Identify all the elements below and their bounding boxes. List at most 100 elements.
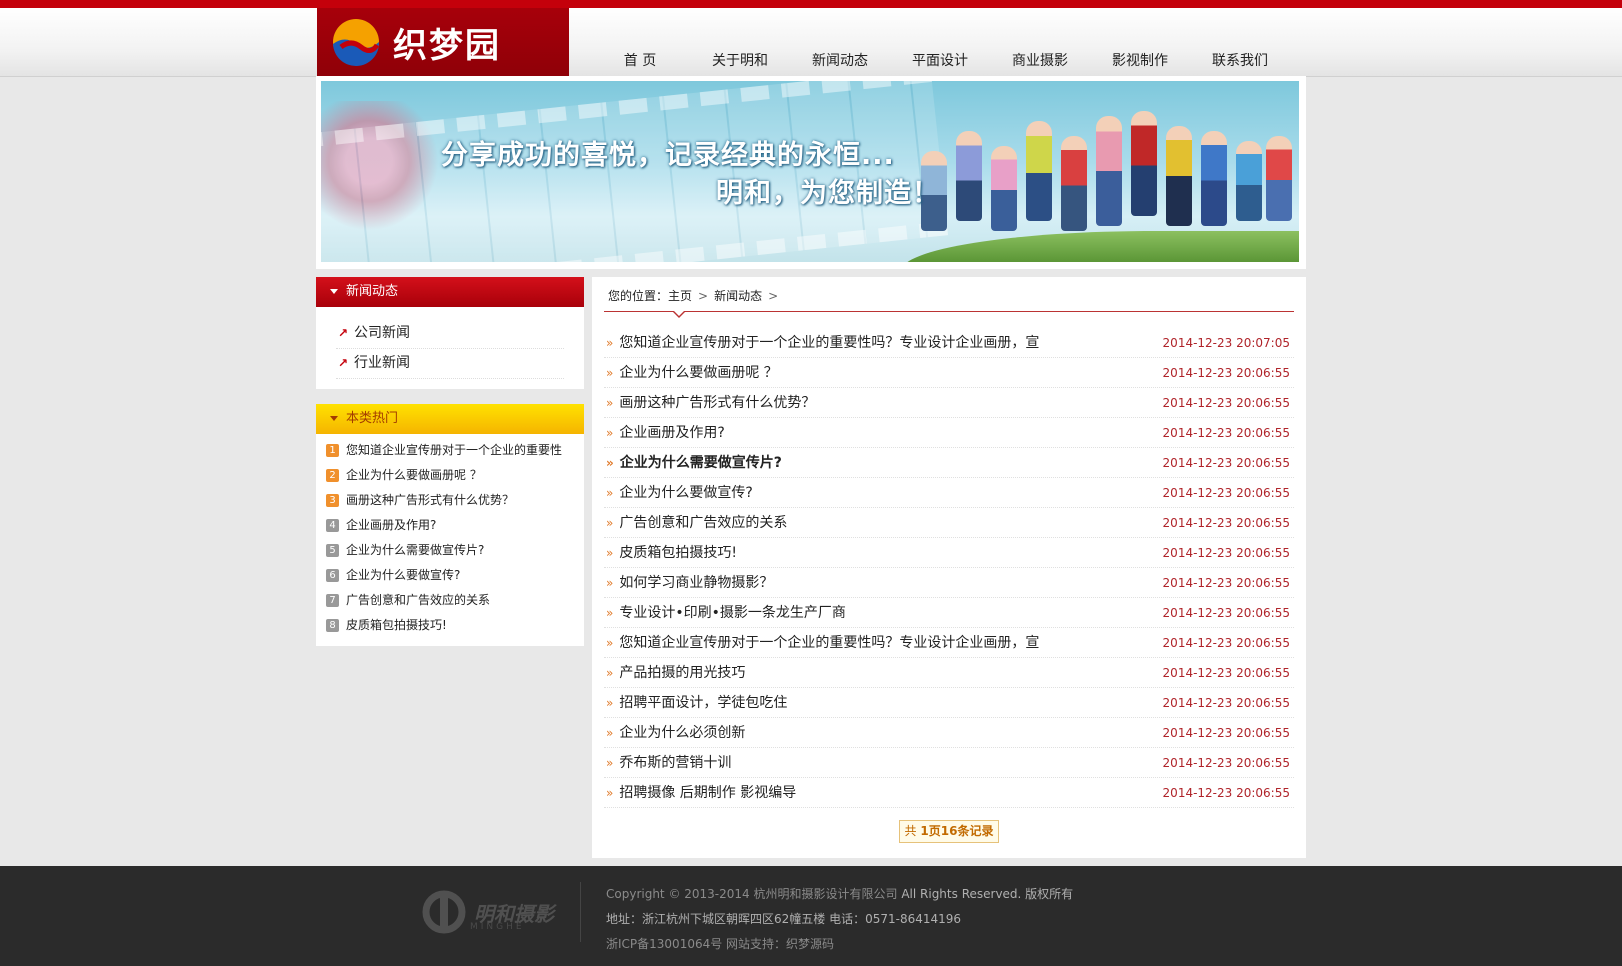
arrow-icon: ↗ bbox=[338, 356, 349, 370]
article-date: 2014-12-23 20:06:55 bbox=[1162, 696, 1290, 710]
hot-item-title: 企业为什么要做宣传? bbox=[346, 568, 461, 582]
category-item-company-news[interactable]: ↗ 公司新闻 bbox=[336, 319, 564, 349]
top-accent-bar bbox=[0, 0, 1622, 8]
article-title-link[interactable]: » 广告创意和广告效应的关系 bbox=[604, 508, 787, 537]
article-title: 广告创意和广告效应的关系 bbox=[619, 515, 788, 531]
double-chevron-icon: » bbox=[606, 366, 614, 380]
nav-home[interactable]: 首 页 bbox=[590, 50, 690, 70]
hot-item-title: 企业画册及作用? bbox=[346, 518, 437, 532]
article-row: » 招聘平面设计，学徒包吃住 2014-12-23 20:06:55 bbox=[604, 688, 1294, 718]
breadcrumb-current[interactable]: 新闻动态 bbox=[714, 289, 762, 303]
article-title-link[interactable]: » 企业为什么需要做宣传片? bbox=[604, 448, 782, 477]
triangle-down-icon bbox=[330, 416, 338, 421]
footer-address: 地址：浙江杭州下城区朝晖四区62幢五楼 电话：0571-86414196 bbox=[606, 912, 962, 926]
banner-jumping-people-image bbox=[911, 91, 1292, 241]
rank-badge: 5 bbox=[326, 544, 339, 557]
rank-badge: 2 bbox=[326, 469, 339, 482]
article-title-link[interactable]: » 您知道企业宣传册对于一个企业的重要性吗？专业设计企业画册，宣 bbox=[604, 628, 1039, 657]
hero-banner: 分享成功的喜悦，记录经典的永恒... 明和，为您制造！ bbox=[321, 81, 1299, 262]
article-row: » 企业画册及作用? 2014-12-23 20:06:55 bbox=[604, 418, 1294, 448]
article-row: » 乔布斯的营销十训 2014-12-23 20:06:55 bbox=[604, 748, 1294, 778]
nav-commercial-photography[interactable]: 商业摄影 bbox=[990, 50, 1090, 70]
article-title-link[interactable]: » 企业为什么必须创新 bbox=[604, 718, 745, 747]
hot-item[interactable]: 5 企业为什么需要做宣传片? bbox=[326, 538, 574, 563]
footer-logo-subtext: MINGHE bbox=[470, 922, 525, 932]
pager-prefix: 共 bbox=[904, 824, 921, 838]
article-title-link[interactable]: » 企业为什么要做宣传? bbox=[604, 478, 753, 507]
footer-divider bbox=[580, 882, 581, 942]
site-logo[interactable]: 织梦园 bbox=[317, 8, 569, 76]
article-title-link[interactable]: » 如何学习商业静物摄影？ bbox=[604, 568, 773, 597]
article-title: 您知道企业宣传册对于一个企业的重要性吗？专业设计企业画册，宣 bbox=[619, 635, 1040, 651]
article-title-link[interactable]: » 企业画册及作用? bbox=[604, 418, 725, 447]
hot-item[interactable]: 6 企业为什么要做宣传? bbox=[326, 563, 574, 588]
article-row: » 企业为什么需要做宣传片? 2014-12-23 20:06:55 bbox=[604, 448, 1294, 478]
copyright-rights: All Rights Reserved. 版权所有 bbox=[897, 887, 1074, 901]
rank-badge: 1 bbox=[326, 444, 339, 457]
nav-video-production[interactable]: 影视制作 bbox=[1090, 50, 1190, 70]
hot-item[interactable]: 7 广告创意和广告效应的关系 bbox=[326, 588, 574, 613]
article-title-link[interactable]: » 乔布斯的营销十训 bbox=[604, 748, 731, 777]
main-nav: 首 页 关于明和 新闻动态 平面设计 商业摄影 影视制作 联系我们 bbox=[590, 50, 1290, 70]
double-chevron-icon: » bbox=[606, 756, 614, 770]
article-row: » 皮质箱包拍摄技巧! 2014-12-23 20:06:55 bbox=[604, 538, 1294, 568]
article-title: 乔布斯的营销十训 bbox=[619, 755, 732, 771]
breadcrumb: 您的位置：主页 > 新闻动态 > bbox=[604, 277, 1294, 318]
footer-text: Copyright © 2013-2014 杭州明和摄影设计有限公司 All R… bbox=[606, 882, 1073, 957]
site-footer: 明和摄影 MINGHE Copyright © 2013-2014 杭州明和摄影… bbox=[0, 866, 1622, 966]
article-title-link[interactable]: » 招聘平面设计，学徒包吃住 bbox=[604, 688, 787, 717]
double-chevron-icon: » bbox=[606, 786, 614, 800]
rank-badge: 8 bbox=[326, 619, 339, 632]
article-title-link[interactable]: » 企业为什么要做画册呢 ？ bbox=[604, 358, 778, 387]
hot-item[interactable]: 3 画册这种广告形式有什么优势？ bbox=[326, 488, 574, 513]
logo-emblem-icon bbox=[333, 19, 380, 67]
rank-badge: 4 bbox=[326, 519, 339, 532]
footer-logo-emblem-icon bbox=[422, 890, 466, 934]
article-title: 企业为什么要做宣传? bbox=[619, 485, 753, 501]
double-chevron-icon: » bbox=[606, 636, 614, 650]
article-title-link[interactable]: » 专业设计•印刷•摄影一条龙生产厂商 bbox=[604, 598, 846, 627]
nav-graphic-design[interactable]: 平面设计 bbox=[890, 50, 990, 70]
category-label: 公司新闻 bbox=[354, 325, 410, 341]
article-date: 2014-12-23 20:06:55 bbox=[1162, 726, 1290, 740]
nav-about[interactable]: 关于明和 bbox=[690, 50, 790, 70]
article-row: » 如何学习商业静物摄影？ 2014-12-23 20:06:55 bbox=[604, 568, 1294, 598]
article-title-link[interactable]: » 招聘摄像 后期制作 影视编导 bbox=[604, 778, 796, 807]
article-title-link[interactable]: » 皮质箱包拍摄技巧! bbox=[604, 538, 737, 567]
hot-item[interactable]: 2 企业为什么要做画册呢 ？ bbox=[326, 463, 574, 488]
hot-item[interactable]: 8 皮质箱包拍摄技巧! bbox=[326, 613, 574, 638]
main-content: 您的位置：主页 > 新闻动态 > » 您知道企业宣传册对于一个企业的重要性吗？专业设计企… bbox=[592, 277, 1306, 858]
article-date: 2014-12-23 20:06:55 bbox=[1162, 546, 1290, 560]
pagination-info: 共 1页16条记录 bbox=[899, 820, 999, 843]
article-row: » 招聘摄像 后期制作 影视编导 2014-12-23 20:06:55 bbox=[604, 778, 1294, 808]
banner-frame: 分享成功的喜悦，记录经典的永恒... 明和，为您制造！ bbox=[316, 76, 1306, 269]
article-list: » 您知道企业宣传册对于一个企业的重要性吗？专业设计企业画册，宣 2014-12-2… bbox=[604, 328, 1294, 808]
article-title: 如何学习商业静物摄影？ bbox=[619, 575, 774, 591]
hot-item-title: 企业为什么需要做宣传片? bbox=[346, 543, 485, 557]
breadcrumb-home[interactable]: 主页 bbox=[668, 289, 692, 303]
double-chevron-icon: » bbox=[606, 546, 614, 560]
hot-item[interactable]: 4 企业画册及作用? bbox=[326, 513, 574, 538]
article-title: 皮质箱包拍摄技巧! bbox=[619, 545, 737, 561]
hot-item[interactable]: 1 您知道企业宣传册对于一个企业的重要性 bbox=[326, 438, 574, 463]
footer-company-link[interactable]: 杭州明和摄影设计有限公司 bbox=[754, 887, 898, 901]
pager-pages: 1 bbox=[920, 824, 929, 838]
double-chevron-icon: » bbox=[606, 516, 614, 530]
article-title-link[interactable]: » 您知道企业宣传册对于一个企业的重要性吗？专业设计企业画册，宣 bbox=[604, 328, 1039, 357]
article-title-link[interactable]: » 画册这种广告形式有什么优势？ bbox=[604, 388, 815, 417]
nav-news[interactable]: 新闻动态 bbox=[790, 50, 890, 70]
category-item-industry-news[interactable]: ↗ 行业新闻 bbox=[336, 349, 564, 379]
hot-item-title: 广告创意和广告效应的关系 bbox=[346, 593, 491, 607]
article-title-link[interactable]: » 产品拍摄的用光技巧 bbox=[604, 658, 745, 687]
article-date: 2014-12-23 20:06:55 bbox=[1162, 486, 1290, 500]
article-title: 企业为什么要做画册呢 ？ bbox=[619, 365, 778, 381]
site-header: 织梦园 首 页 关于明和 新闻动态 平面设计 商业摄影 影视制作 联系我们 bbox=[0, 8, 1622, 77]
breadcrumb-label: 您的位置： bbox=[608, 289, 669, 303]
article-title: 画册这种广告形式有什么优势？ bbox=[619, 395, 816, 411]
rank-badge: 7 bbox=[326, 594, 339, 607]
logo-text: 织梦园 bbox=[393, 25, 501, 66]
hot-box-header: 本类热门 bbox=[316, 404, 584, 434]
nav-contact[interactable]: 联系我们 bbox=[1190, 50, 1290, 70]
hot-item-title: 企业为什么要做画册呢 ？ bbox=[346, 468, 482, 482]
article-title: 产品拍摄的用光技巧 bbox=[619, 665, 746, 681]
